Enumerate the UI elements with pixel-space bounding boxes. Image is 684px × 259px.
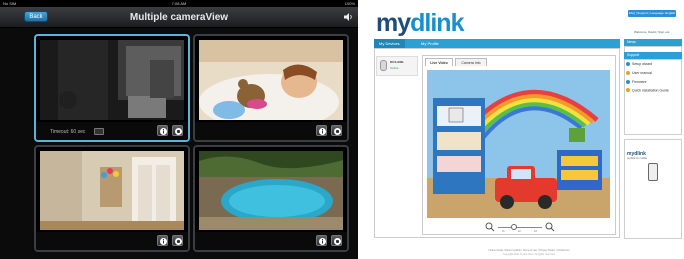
info-icon[interactable]	[157, 125, 168, 136]
tab-camera-info[interactable]: Camera Info	[455, 58, 487, 66]
camera-icon[interactable]	[331, 125, 342, 136]
promo-text[interactable]: mydlink on mobile	[627, 157, 647, 160]
guide-icon	[626, 88, 630, 92]
camera-icon[interactable]	[331, 235, 342, 246]
zoom-label-1: x1	[502, 230, 505, 233]
info-icon[interactable]	[157, 235, 168, 246]
info-icon[interactable]	[316, 235, 327, 246]
camera-control-bar	[36, 232, 188, 250]
zoom-label-3: x3	[534, 230, 537, 233]
camera-device-icon	[380, 60, 387, 71]
camera-control-bar	[195, 122, 347, 140]
top-links[interactable]: FAQ | Support | Language: English	[628, 10, 676, 17]
live-view-panel: Live Video Camera Info x1 x2 x3	[422, 55, 616, 235]
logo-my: my	[376, 9, 411, 37]
zoom-handle[interactable]	[511, 224, 517, 230]
camera-feed-bedroom	[199, 40, 343, 120]
camera-tile-2[interactable]	[193, 34, 349, 142]
firmware-icon	[626, 79, 630, 84]
main-navigation: My Devices My Profile	[374, 39, 620, 48]
footer-links[interactable]: Online Guide | About mydlink | Terms of …	[404, 249, 654, 252]
status-time: 7:08 AM	[171, 1, 187, 6]
live-video-feed	[427, 70, 610, 218]
page-title: Multiple cameraView	[129, 12, 229, 23]
zoom-out-icon[interactable]	[485, 222, 495, 232]
camera-feed-pool	[199, 151, 343, 230]
right-sidebar: News Support Setup wizard User manual Fi…	[624, 39, 682, 239]
welcome-text[interactable]: Welcome, David | Sign out	[634, 30, 669, 34]
zoom-label-2: x2	[518, 230, 521, 233]
speaker-icon[interactable]	[344, 13, 354, 21]
logo-dlink: dlink	[410, 9, 464, 37]
sidebar-item-setup-wizard[interactable]: Setup wizard	[626, 61, 652, 67]
camera-icon[interactable]	[172, 125, 183, 136]
battery-level: 100%	[344, 1, 355, 6]
camera-tile-4[interactable]	[193, 145, 349, 252]
ios-status-bar: No SIM 7:08 AM 100%	[0, 0, 358, 7]
manual-icon	[626, 70, 630, 75]
mydlink-logo[interactable]: mydlink	[376, 9, 464, 38]
camera-icon[interactable]	[172, 235, 183, 246]
camera-tile-3[interactable]	[34, 145, 190, 252]
sidebar-item-firmware[interactable]: Firmware	[626, 79, 647, 85]
timeout-label: Timeout: 60 sec	[50, 129, 86, 135]
sidebar-support-header: Support	[624, 52, 682, 59]
camera-tile-1[interactable]: Timeout: 60 sec	[34, 34, 190, 142]
snapshot-toggle[interactable]	[94, 128, 104, 135]
sidebar-item-user-manual[interactable]: User manual	[626, 70, 652, 76]
ipad-multi-camera-screen: No SIM 7:08 AM 100% Back Multiple camera…	[0, 0, 358, 259]
mydlink-portal: mydlink FAQ | Support | Language: Englis…	[370, 0, 684, 259]
tab-my-profile[interactable]: My Profile	[416, 39, 444, 48]
zoom-in-icon[interactable]	[545, 222, 555, 232]
device-status: Online	[390, 66, 399, 70]
device-name: DCS-930L	[390, 60, 405, 64]
camera-feed-night-hallway	[40, 40, 184, 120]
camera-control-bar	[195, 232, 347, 250]
wizard-icon	[626, 61, 630, 66]
tab-my-devices[interactable]: My Devices	[374, 39, 405, 48]
zoom-slider[interactable]: x1 x2 x3	[485, 222, 555, 233]
info-icon[interactable]	[316, 125, 327, 136]
tab-live-video[interactable]: Live Video	[425, 58, 453, 66]
phone-icon	[648, 163, 658, 181]
device-list-item[interactable]: DCS-930L Online	[376, 56, 418, 76]
camera-control-bar: Timeout: 60 sec	[36, 122, 188, 140]
sidebar-item-quick-guide[interactable]: Quick installation Guide	[626, 88, 680, 94]
camera-feed-room	[40, 151, 184, 230]
sidebar-news-header: News	[624, 39, 682, 46]
zoom-track[interactable]	[498, 227, 542, 228]
copyright: Copyright 2011 D-Link Corp. All rights r…	[502, 253, 556, 256]
